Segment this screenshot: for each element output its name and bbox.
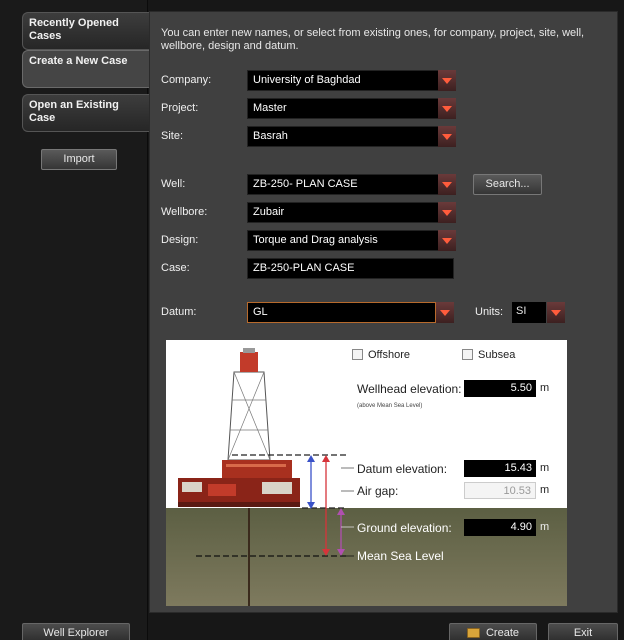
- company-label: Company:: [161, 74, 212, 86]
- tab-create-new-case[interactable]: Create a New Case: [22, 50, 150, 88]
- company-dropdown-icon[interactable]: [438, 70, 456, 91]
- design-dropdown-icon[interactable]: [438, 230, 456, 251]
- units-label: Units:: [475, 306, 504, 318]
- company-combo[interactable]: University of Baghdad: [247, 70, 454, 91]
- tab-recently-opened-cases[interactable]: Recently Opened Cases: [22, 12, 150, 50]
- left-sidebar: Recently Opened Cases Create a New Case …: [0, 0, 150, 640]
- well-explorer-button[interactable]: Well Explorer: [22, 623, 130, 640]
- site-label: Site:: [161, 130, 184, 142]
- create-label: Create: [485, 627, 520, 639]
- import-button[interactable]: Import: [41, 149, 117, 170]
- datum-combo[interactable]: GL: [247, 302, 436, 323]
- wellhead-note: (above Mean Sea Level): [357, 403, 423, 409]
- project-dropdown-icon[interactable]: [438, 98, 456, 119]
- units-dropdown-icon[interactable]: [547, 302, 565, 323]
- datum-elevation-label: Datum elevation:: [357, 462, 448, 476]
- tab-label: Open an Existing Case: [29, 99, 119, 124]
- well-dropdown-icon[interactable]: [438, 174, 456, 195]
- well-label: Well:: [161, 178, 186, 190]
- units-combo[interactable]: SI: [512, 302, 546, 323]
- datum-elevation-input[interactable]: 15.43: [464, 460, 536, 477]
- case-input[interactable]: ZB-250-PLAN CASE: [247, 258, 454, 279]
- tab-label: Create a New Case: [29, 55, 128, 67]
- create-case-panel: You can enter new names, or select from …: [149, 11, 618, 613]
- elevation-diagram: Offshore Subsea Wellhead elevation: 5.50…: [166, 340, 567, 606]
- case-label: Case:: [161, 262, 190, 274]
- project-combo[interactable]: Master: [247, 98, 454, 119]
- wellbore-dropdown-icon[interactable]: [438, 202, 456, 223]
- site-combo[interactable]: Basrah: [247, 126, 454, 147]
- mean-sea-level-label: Mean Sea Level: [357, 549, 444, 563]
- wellbore-label: Wellbore:: [161, 206, 208, 218]
- create-button[interactable]: Create: [449, 623, 537, 640]
- subsea-checkbox[interactable]: [462, 349, 473, 360]
- datum-dropdown-icon[interactable]: [436, 302, 454, 323]
- design-combo[interactable]: Torque and Drag analysis: [247, 230, 454, 251]
- briefcase-icon: [466, 628, 480, 638]
- design-label: Design:: [161, 234, 199, 246]
- search-button[interactable]: Search...: [473, 174, 542, 195]
- tab-open-existing-case[interactable]: Open an Existing Case: [22, 94, 150, 132]
- offshore-label: Offshore: [368, 349, 410, 361]
- intro-text: You can enter new names, or select from …: [161, 27, 585, 52]
- subsea-label: Subsea: [478, 349, 516, 361]
- ground-elevation-unit: m: [540, 521, 550, 533]
- wellhead-elevation-label: Wellhead elevation:: [357, 382, 462, 396]
- exit-button[interactable]: Exit: [548, 623, 618, 640]
- air-gap-label: Air gap:: [357, 484, 399, 498]
- wellhead-elevation-unit: m: [540, 382, 550, 394]
- wellhead-elevation-input[interactable]: 5.50: [464, 380, 536, 397]
- ground-elevation-input[interactable]: 4.90: [464, 519, 536, 536]
- project-label: Project:: [161, 102, 199, 114]
- tab-label: Recently Opened Cases: [29, 17, 119, 42]
- ground-elevation-label: Ground elevation:: [357, 521, 452, 535]
- well-combo[interactable]: ZB-250- PLAN CASE: [247, 174, 454, 195]
- wellbore-combo[interactable]: Zubair: [247, 202, 454, 223]
- air-gap-unit: m: [540, 484, 550, 496]
- datum-label: Datum:: [161, 306, 197, 318]
- datum-elevation-unit: m: [540, 462, 550, 474]
- offshore-checkbox[interactable]: [352, 349, 363, 360]
- site-dropdown-icon[interactable]: [438, 126, 456, 147]
- air-gap-input: 10.53: [464, 482, 536, 499]
